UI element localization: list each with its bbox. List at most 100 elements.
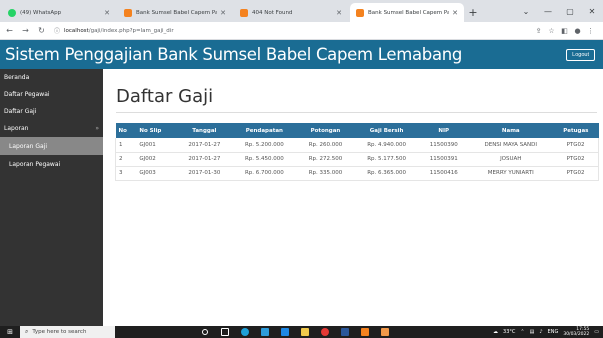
site-info-icon[interactable]: ⓘ	[54, 26, 60, 35]
os-taskbar: ⊞ ⌕ Type here to search ☁ 33°C ⌃ ▤ ♪ ENG…	[0, 326, 603, 338]
chevron-right-icon: »	[95, 125, 99, 132]
browser-tab-whatsapp[interactable]: (49) WhatsApp ✕	[2, 3, 116, 22]
table-cell: Rp. 335.000	[296, 166, 355, 181]
browser-tab-bank-1[interactable]: Bank Sumsel Babel Capem Palen ✕	[118, 3, 232, 22]
windows-start-icon[interactable]: ⊞	[3, 328, 17, 336]
app-header: Sistem Penggajian Bank Sumsel Babel Cape…	[0, 40, 603, 69]
table-cell: 1	[115, 138, 137, 153]
explorer-icon[interactable]	[295, 326, 315, 338]
close-window-icon[interactable]: ✕	[581, 0, 603, 22]
volume-icon[interactable]: ♪	[539, 329, 542, 335]
table-cell: JOSUAH	[468, 152, 554, 167]
close-icon[interactable]: ✕	[104, 9, 110, 17]
sidebar: Beranda Daftar Pegawai Daftar Gaji Lapor…	[0, 69, 103, 326]
tab-label: (49) WhatsApp	[20, 9, 62, 16]
notification-icon[interactable]: ▭	[594, 329, 599, 335]
table-row: 3 GJ003 2017-01-30 Rp. 6.700.000 Rp. 335…	[115, 166, 599, 181]
chrome-icon[interactable]	[315, 326, 335, 338]
column-header: Gaji Bersih	[369, 127, 404, 134]
column-header: Potongan	[310, 127, 341, 134]
browser-tab-bank-active[interactable]: Bank Sumsel Babel Capem Palen ✕	[350, 3, 464, 22]
sidebar-item-label: Laporan	[4, 125, 29, 132]
browser-tab-404[interactable]: 404 Not Found ✕	[234, 3, 348, 22]
paint-icon[interactable]	[375, 326, 395, 338]
logout-button[interactable]: Logout	[566, 49, 595, 61]
weather-temp[interactable]: 33°C	[503, 329, 515, 335]
cortana-icon[interactable]	[195, 326, 215, 338]
column-header: Pendapatan	[245, 127, 283, 134]
salary-table: No No Slip Tanggal Pendapatan Potongan G…	[115, 123, 599, 181]
title-divider	[116, 112, 597, 113]
url-field[interactable]: ⓘ localhost /gaji/index.php?p=lam_gaji_d…	[54, 24, 532, 37]
table-cell: Rp. 6.365.000	[354, 166, 420, 181]
window-controls: ⌄ — ▢ ✕	[515, 0, 603, 22]
table-row: 2 GJ002 2017-01-27 Rp. 5.450.000 Rp. 272…	[115, 152, 599, 167]
sidebar-item-beranda[interactable]: Beranda	[0, 69, 103, 86]
table-cell: Rp. 5.200.000	[231, 138, 297, 153]
reload-icon[interactable]: ↻	[35, 26, 48, 35]
url-path: /gaji/index.php?p=lam_gaji_dir	[88, 27, 174, 34]
column-header: Nama	[501, 127, 520, 134]
share-icon[interactable]: ⇪	[532, 27, 545, 35]
forward-icon[interactable]: →	[19, 26, 32, 35]
salary-table-container: No No Slip Tanggal Pendapatan Potongan G…	[115, 123, 599, 181]
table-cell: 2017-01-30	[176, 166, 232, 181]
sidebar-item-laporan[interactable]: Laporan »	[0, 120, 103, 137]
tab-label: 404 Not Found	[252, 9, 293, 16]
network-icon[interactable]: ▤	[530, 329, 535, 335]
close-icon[interactable]: ✕	[452, 9, 458, 17]
site-favicon-icon	[240, 8, 248, 17]
language-indicator[interactable]: ENG	[548, 329, 559, 335]
tray-chevron-up-icon[interactable]: ⌃	[520, 329, 524, 335]
table-cell: GJ002	[136, 152, 177, 167]
search-placeholder: Type here to search	[32, 329, 87, 335]
column-header: Petugas	[563, 127, 589, 134]
taskbar-search-input[interactable]: ⌕ Type here to search	[20, 326, 115, 338]
app-icon[interactable]	[355, 326, 375, 338]
page-title: Daftar Gaji	[116, 86, 214, 107]
side-panel-icon[interactable]: ◧	[558, 27, 571, 35]
table-cell: 11500391	[419, 152, 469, 167]
minimize-icon[interactable]: —	[537, 0, 559, 22]
table-cell: Rp. 6.700.000	[231, 166, 297, 181]
column-header: No	[118, 127, 127, 134]
search-icon: ⌕	[25, 328, 29, 335]
table-row: 1 GJ001 2017-01-27 Rp. 5.200.000 Rp. 260…	[115, 138, 599, 153]
sidebar-subitem-laporan-pegawai[interactable]: Laporan Pegawai	[0, 155, 103, 173]
table-cell: GJ001	[136, 138, 177, 153]
weather-icon[interactable]: ☁	[493, 329, 498, 335]
sidebar-item-daftar-gaji[interactable]: Daftar Gaji	[0, 103, 103, 120]
table-cell: Rp. 5.450.000	[231, 152, 297, 167]
tab-search-icon[interactable]: ⌄	[515, 0, 537, 22]
close-icon[interactable]: ✕	[220, 9, 226, 17]
back-icon[interactable]: ←	[3, 26, 16, 35]
column-header: Tanggal	[192, 127, 217, 134]
tab-label: Bank Sumsel Babel Capem Palen	[136, 9, 218, 16]
maximize-icon[interactable]: ▢	[559, 0, 581, 22]
store-icon[interactable]	[255, 326, 275, 338]
new-tab-button[interactable]: +	[464, 3, 482, 22]
tab-label: Bank Sumsel Babel Capem Palen	[368, 9, 450, 16]
menu-kebab-icon[interactable]: ⋮	[584, 27, 597, 35]
sidebar-subitem-laporan-gaji[interactable]: Laporan Gaji	[0, 137, 103, 155]
table-cell: 2017-01-27	[176, 138, 232, 153]
word-icon[interactable]	[335, 326, 355, 338]
mail-icon[interactable]	[275, 326, 295, 338]
table-cell: 11500416	[419, 166, 469, 181]
table-cell: PTG02	[553, 138, 599, 153]
table-cell: 11500390	[419, 138, 469, 153]
close-icon[interactable]: ✕	[336, 9, 342, 17]
edge-icon[interactable]	[235, 326, 255, 338]
clock-date: 30/03/2022	[563, 332, 590, 337]
table-cell: MERRY YUNIARTI	[468, 166, 554, 181]
bookmark-star-icon[interactable]: ☆	[545, 27, 558, 35]
clock[interactable]: 17:55 30/03/2022	[563, 327, 589, 337]
task-view-icon[interactable]	[215, 326, 235, 338]
sidebar-item-daftar-pegawai[interactable]: Daftar Pegawai	[0, 86, 103, 103]
address-bar: ← → ↻ ⓘ localhost /gaji/index.php?p=lam_…	[0, 22, 603, 40]
table-cell: DENSI MAYA SANDI	[468, 138, 554, 153]
main-content: Daftar Gaji No No Slip Tanggal Pendapata…	[103, 69, 603, 326]
column-header: NIP	[438, 127, 450, 134]
table-cell: 3	[115, 166, 137, 181]
profile-avatar-icon[interactable]: ●	[571, 27, 584, 35]
